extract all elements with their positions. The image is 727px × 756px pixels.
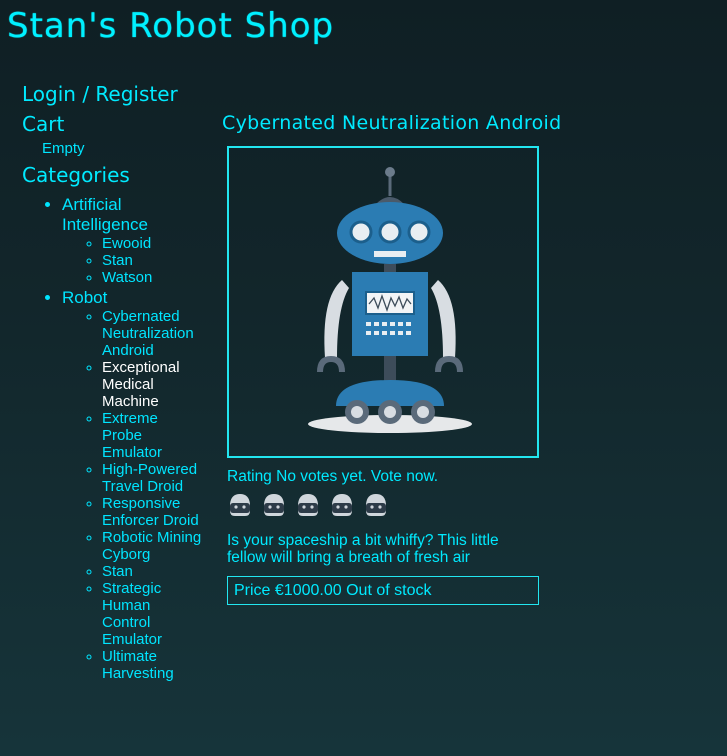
- category-list: Artificial Intelligence Ewooid Stan Wats…: [22, 195, 212, 682]
- site-title[interactable]: Stan's Robot Shop: [7, 6, 334, 46]
- cart-status: Empty: [42, 140, 85, 157]
- product-link[interactable]: Cybernated Neutralization Android: [102, 308, 202, 359]
- price-label: Price: [234, 582, 271, 599]
- rating-label: Rating: [227, 468, 272, 485]
- vote-link[interactable]: No votes yet. Vote now.: [276, 468, 438, 485]
- product-link[interactable]: Stan: [102, 563, 202, 580]
- category-item[interactable]: Artificial Intelligence Ewooid Stan Wats…: [62, 195, 212, 286]
- product-link[interactable]: Ultimate Harvesting: [102, 648, 202, 682]
- sidebar: Login / Register Cart Empty Categories A…: [22, 82, 212, 684]
- robot-image: [308, 167, 472, 433]
- price-value: €1000.00: [274, 582, 342, 599]
- category-label[interactable]: Robot: [62, 288, 107, 307]
- product-title: Cybernated Neutralization Android: [222, 112, 562, 134]
- product-link[interactable]: Watson: [102, 269, 202, 286]
- product-link[interactable]: Extreme Probe Emulator: [102, 410, 202, 461]
- product-link-active[interactable]: Exceptional Medical Machine: [102, 359, 202, 410]
- category-item[interactable]: Robot Cybernated Neutralization Android …: [62, 288, 212, 682]
- stock-status: Out of stock: [346, 582, 432, 599]
- robot-face-vote-icon[interactable]: [227, 492, 253, 518]
- product-panel: Cybernated Neutralization Android Rating…: [222, 112, 702, 605]
- product-sublist: Ewooid Stan Watson: [62, 235, 212, 286]
- cart-link[interactable]: Cart: [22, 112, 212, 136]
- product-link[interactable]: Strategic Human Control Emulator: [102, 580, 202, 648]
- robot-face-vote-icon[interactable]: [295, 492, 321, 518]
- robot-face-vote-icon[interactable]: [261, 492, 287, 518]
- product-link[interactable]: Robotic Mining Cyborg: [102, 529, 202, 563]
- product-image-frame: [227, 146, 539, 458]
- product-link[interactable]: Stan: [102, 252, 202, 269]
- product-sublist: Cybernated Neutralization Android Except…: [62, 308, 212, 682]
- robot-face-vote-icon[interactable]: [329, 492, 355, 518]
- product-link[interactable]: High-Powered Travel Droid: [102, 461, 202, 495]
- robot-face-vote-icon[interactable]: [363, 492, 389, 518]
- category-label[interactable]: Artificial Intelligence: [62, 195, 148, 234]
- product-description: Is your spaceship a bit whiffy? This lit…: [227, 532, 499, 566]
- product-link[interactable]: Ewooid: [102, 235, 202, 252]
- product-link[interactable]: Responsive Enforcer Droid: [102, 495, 202, 529]
- rating-line: Rating No votes yet. Vote now.: [227, 468, 702, 486]
- login-register-link[interactable]: Login / Register: [22, 82, 212, 106]
- categories-heading: Categories: [22, 163, 130, 187]
- vote-stars: [227, 492, 702, 518]
- price-box: Price €1000.00 Out of stock: [227, 576, 539, 605]
